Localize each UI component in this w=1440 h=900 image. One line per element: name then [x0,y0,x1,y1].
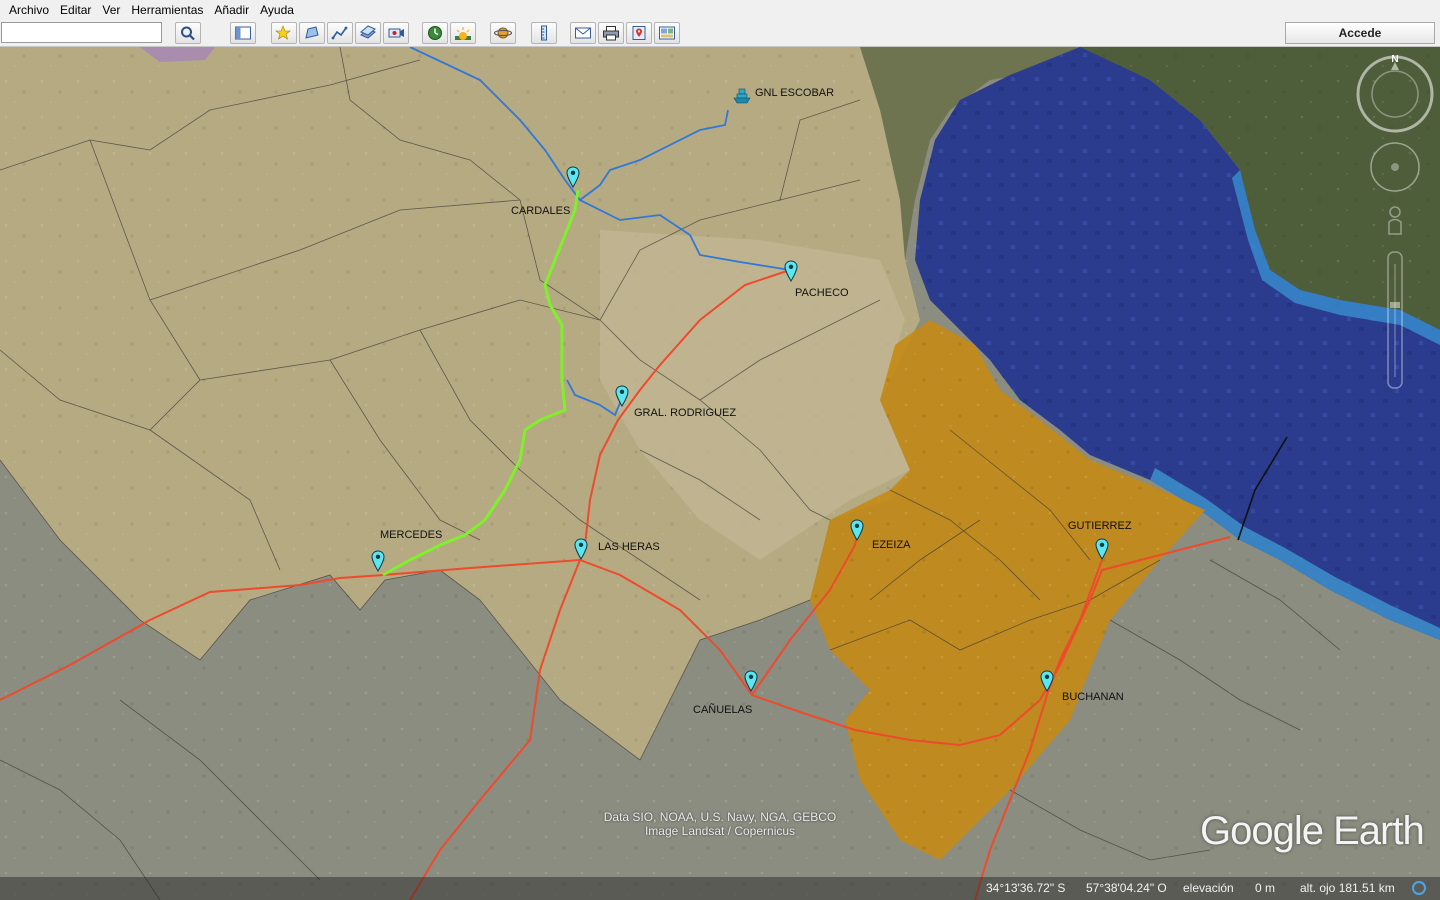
print-icon [603,26,619,41]
gral-rodriguez-marker[interactable] [615,385,629,407]
pacheco-marker[interactable] [784,260,798,282]
placemark-icon [1095,538,1109,560]
street-view-pegman-icon[interactable] [1388,206,1402,235]
planet-switch-button[interactable] [490,22,516,44]
email-button[interactable] [570,22,596,44]
look-joystick[interactable] [1356,55,1434,133]
longitude-readout: 57°38'04.24" O [1086,881,1167,895]
add-path-button[interactable] [327,22,353,44]
gutierrez-label: GUTIERREZ [1068,520,1132,532]
cardales-label: CARDALES [511,205,571,217]
imagery-attribution: Data SIO, NOAA, U.S. Navy, NGA, GEBCO Im… [560,810,880,838]
placemark-icon [371,550,385,572]
gral-rodriguez-label: GRAL. RODRIGUEZ [634,407,737,419]
terrain-layer [0,47,1440,900]
polygon-icon [305,26,319,39]
menu-archivo[interactable]: Archivo [0,0,55,20]
toolbar: Accede [0,20,1440,47]
search-button[interactable] [175,22,201,44]
las-heras-marker[interactable] [574,538,588,560]
login-button[interactable]: Accede [1285,22,1435,44]
print-button[interactable] [598,22,624,44]
ezeiza-label: EZEIZA [872,539,911,551]
eye-altitude-readout: alt. ojo 181.51 km [1300,881,1395,895]
sidebar-toggle-button[interactable] [230,22,256,44]
map-view[interactable]: GNL ESCOBAR CARDALES PACHECO GRAL. RODRI… [0,47,1440,900]
buchanan-marker[interactable] [1040,670,1054,692]
compass-north-label: N [1391,54,1399,65]
save-image-button[interactable] [654,22,680,44]
mercedes-label: MERCEDES [380,529,443,541]
attribution-line-2: Image Landsat / Copernicus [644,824,796,838]
streaming-status-icon [1412,881,1426,895]
latitude-readout: 34°13'36.72" S [986,881,1066,895]
placemark-icon [744,670,758,692]
sunlight-button[interactable] [450,22,476,44]
view-in-maps-button[interactable] [626,22,652,44]
placemark-icon [1040,670,1054,692]
move-joystick[interactable] [1370,142,1420,192]
path-icon [331,26,348,40]
maps-icon [632,26,646,40]
add-placemark-button[interactable] [271,22,297,44]
menu-editar[interactable]: Editar [55,0,97,20]
menu-bar: Archivo Editar Ver Herramientas Añadir A… [0,0,1440,20]
placemark-icon [784,260,798,282]
historical-imagery-icon [428,26,442,40]
menu-anadir[interactable]: Añadir [209,0,255,20]
canuelas-label: CAÑUELAS [693,704,753,716]
ruler-button[interactable] [531,22,557,44]
mercedes-marker[interactable] [371,550,385,572]
las-heras-label: LAS HERAS [598,541,660,553]
status-bar: 34°13'36.72" S 57°38'04.24" O elevación … [0,877,1440,900]
ship-icon [733,88,751,104]
menu-ayuda[interactable]: Ayuda [255,0,300,20]
placemark-icon [574,538,588,560]
buchanan-label: BUCHANAN [1062,691,1124,703]
record-tour-button[interactable] [383,22,409,44]
cardales-marker[interactable] [566,166,580,188]
save-image-icon [659,26,675,40]
menu-herramientas[interactable]: Herramientas [126,0,209,20]
email-icon [575,27,591,39]
attribution-line-1: Data SIO, NOAA, U.S. Navy, NGA, GEBCO [603,810,837,824]
gnl-escobar-label: GNL ESCOBAR [755,87,835,99]
sunlight-icon [455,27,471,40]
image-overlay-icon [360,25,376,39]
ezeiza-marker[interactable] [850,519,864,541]
google-earth-logo: Google Earth [1200,809,1425,853]
ruler-icon [541,25,547,41]
placemark-icon [615,385,629,407]
navigation-controls [1356,55,1434,389]
record-tour-icon [388,28,404,38]
canuelas-marker[interactable] [744,670,758,692]
search-input[interactable] [1,22,162,43]
gnl-escobar-marker[interactable] [733,87,751,105]
menu-ver[interactable]: Ver [97,0,126,20]
add-polygon-button[interactable] [299,22,325,44]
zoom-slider[interactable] [1387,251,1403,389]
planet-icon [494,27,512,39]
historical-imagery-button[interactable] [422,22,448,44]
gutierrez-marker[interactable] [1095,538,1109,560]
google-earth-window: Archivo Editar Ver Herramientas Añadir A… [0,0,1440,900]
elevation-label: elevación [1183,881,1234,895]
placemark-icon [566,166,580,188]
add-image-overlay-button[interactable] [355,22,381,44]
placemark-icon [850,519,864,541]
placemark-icon [275,25,291,40]
elevation-value: 0 m [1255,881,1276,895]
sidebar-toggle-icon [235,26,251,40]
pacheco-label: PACHECO [795,287,849,299]
search-icon [181,26,195,41]
